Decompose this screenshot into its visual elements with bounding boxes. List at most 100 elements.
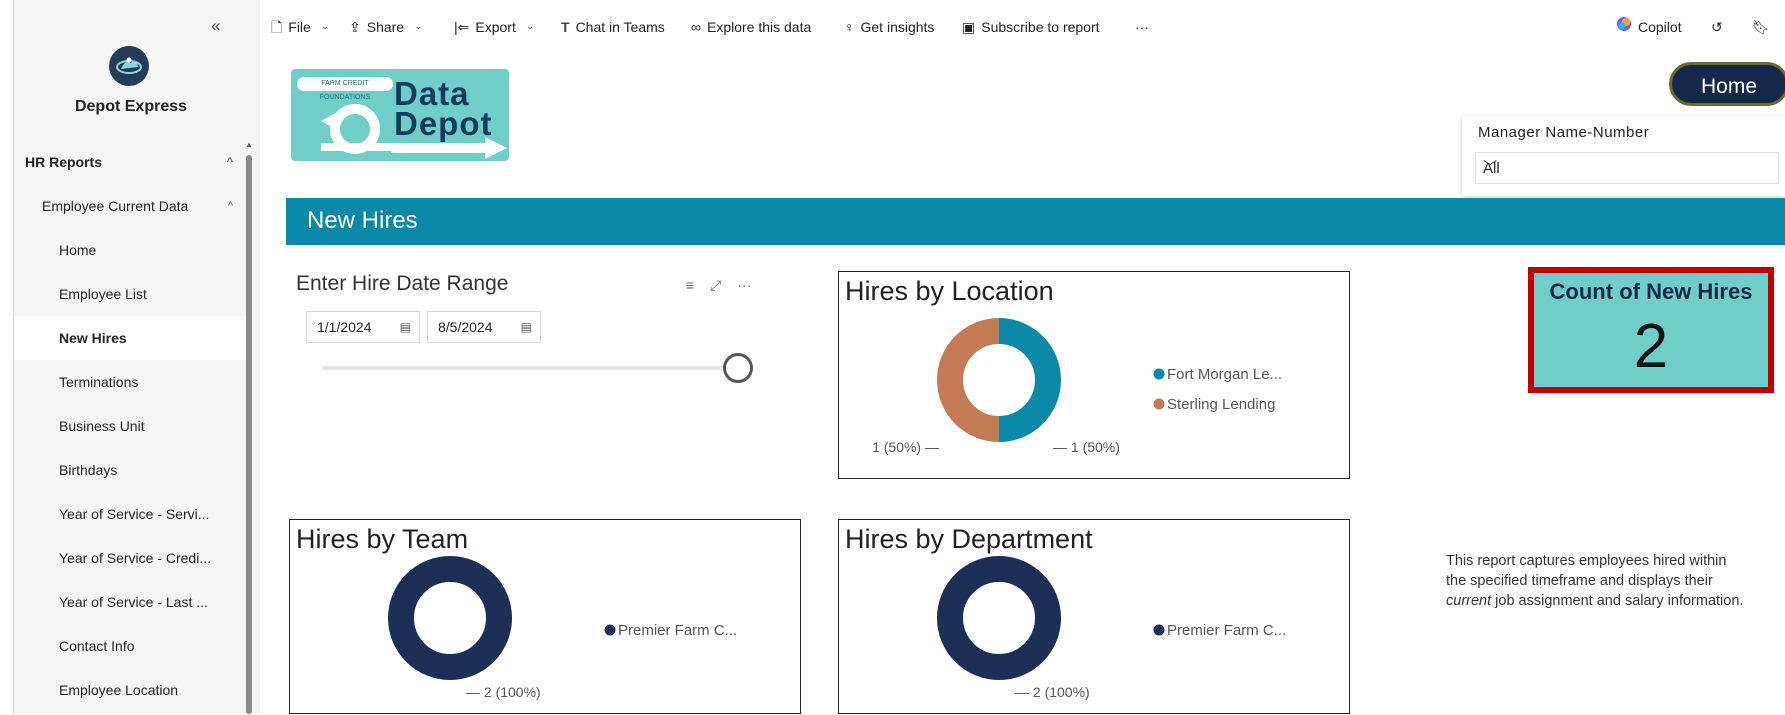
sidebar-item-terminations[interactable]: Terminations bbox=[14, 360, 246, 404]
visual-header-icons: ≡ ⤢ ··· bbox=[686, 277, 751, 294]
hires-by-team-card: Hires by Team — 2 (100%) Premier Farm C..… bbox=[289, 519, 801, 714]
reset-icon[interactable]: ↺ bbox=[1711, 0, 1723, 54]
more-options-icon[interactable]: ··· bbox=[737, 277, 751, 294]
app-logo-icon bbox=[109, 46, 149, 86]
legend-marker bbox=[1153, 624, 1165, 636]
sidebar-scrollbar[interactable] bbox=[246, 155, 252, 714]
date-range-slider[interactable] bbox=[321, 366, 739, 370]
filter-icon[interactable]: ≡ bbox=[686, 277, 694, 294]
app-title: Depot Express bbox=[74, 98, 188, 115]
hires-by-department-card: Hires by Department — 2 (100%) Premier Fa… bbox=[838, 519, 1350, 714]
get-insights-label: Get insights bbox=[860, 19, 935, 35]
sidebar-item-business-unit[interactable]: Business Unit bbox=[14, 404, 246, 448]
sidebar-item-year-of-service-last[interactable]: Year of Service - Last ... bbox=[14, 580, 246, 624]
collapse-sidebar-icon[interactable]: « bbox=[211, 16, 220, 36]
focus-mode-icon[interactable]: ⤢ bbox=[710, 277, 721, 294]
sidebar-item-label: Birthdays bbox=[59, 462, 118, 478]
legend-entry[interactable]: Sterling Lending bbox=[1167, 396, 1275, 413]
sidebar-item-employee-list[interactable]: Employee List bbox=[14, 272, 246, 316]
start-date-value: 1/1/2024 bbox=[317, 319, 372, 335]
export-menu[interactable]: |⇐ Export ⌄ bbox=[454, 0, 534, 54]
chevron-up-icon[interactable]: ^ bbox=[227, 140, 233, 184]
hires-by-team-chart: — 2 (100%) Premier Farm C... bbox=[388, 556, 737, 700]
lightbulb-icon: ♀ bbox=[844, 19, 855, 35]
scroll-up-icon[interactable]: ▲ bbox=[245, 140, 253, 149]
get-insights-button[interactable]: ♀ Get insights bbox=[844, 0, 934, 54]
subscribe-button[interactable]: ▣ Subscribe to report bbox=[962, 0, 1100, 54]
calendar-icon[interactable]: ▤ bbox=[521, 312, 532, 342]
hires-by-location-chart: — 1 (50%) 1 (50%) — Fort Morgan Le... Sterl… bbox=[872, 318, 1282, 455]
donut-slice[interactable] bbox=[388, 556, 512, 680]
sidebar-item-year-of-service-credi[interactable]: Year of Service - Credi... bbox=[14, 536, 246, 580]
teams-icon: T bbox=[561, 19, 570, 35]
sidebar-item-label: Terminations bbox=[59, 374, 139, 390]
file-menu[interactable]: 🗋 File ⌄ bbox=[271, 0, 329, 54]
chevron-down-icon: ⌄ bbox=[320, 21, 330, 32]
subscribe-label: Subscribe to report bbox=[981, 19, 1100, 35]
sidebar-item-birthdays[interactable]: Birthdays bbox=[14, 448, 246, 492]
more-options-button[interactable]: ··· bbox=[1135, 0, 1149, 54]
chat-in-teams-button[interactable]: T Chat in Teams bbox=[561, 0, 665, 54]
copilot-label: Copilot bbox=[1638, 19, 1682, 35]
description-text-end: job assignment and salary information. bbox=[1491, 593, 1744, 609]
manager-dropdown[interactable]: All ﹀ bbox=[1475, 152, 1779, 184]
logo-text-depot: Depot bbox=[394, 105, 493, 142]
share-menu[interactable]: ⇪ Share ⌄ bbox=[349, 0, 422, 54]
legend-marker bbox=[1153, 368, 1165, 380]
logo-arrow-icon bbox=[321, 104, 401, 154]
start-date-input[interactable]: 1/1/2024 ▤ bbox=[306, 311, 420, 343]
copilot-button[interactable]: Copilot bbox=[1616, 0, 1682, 54]
sidebar-item-label: Employee List bbox=[59, 286, 147, 302]
description-text: This report captures employees hired wit… bbox=[1446, 553, 1727, 589]
sidebar-item-employee-location[interactable]: Employee Location bbox=[14, 668, 246, 712]
sidebar-item-year-of-service-servi[interactable]: Year of Service - Servi... bbox=[14, 492, 246, 536]
legend-entry[interactable]: Premier Farm C... bbox=[1167, 622, 1286, 639]
count-card-value: 2 bbox=[1633, 312, 1669, 381]
sidebar-item-label: Employee Current Data bbox=[42, 198, 189, 214]
file-icon: 🗋 bbox=[271, 19, 283, 35]
bookmark-icon[interactable]: 🔖︎ bbox=[1752, 0, 1770, 54]
count-of-new-hires-card: Count of New Hires 2 bbox=[1528, 267, 1774, 393]
home-button[interactable]: Home bbox=[1669, 62, 1785, 106]
more-options-icon: ··· bbox=[1135, 19, 1149, 35]
data-depot-logo: FARM CREDIT FOUNDATIONS Data Depot bbox=[291, 69, 509, 161]
sidebar-item-new-hires[interactable]: New Hires bbox=[14, 316, 246, 360]
sidebar-item-hr-reports[interactable]: HR Reports ^ bbox=[14, 140, 246, 184]
chevron-down-icon: ⌄ bbox=[414, 21, 423, 32]
calendar-icon[interactable]: ▤ bbox=[400, 312, 411, 342]
legend-entry[interactable]: Premier Farm C... bbox=[618, 622, 737, 639]
slider-handle[interactable] bbox=[723, 353, 753, 383]
data-label: 1 (50%) — bbox=[872, 439, 939, 455]
donut-slice[interactable] bbox=[937, 318, 1000, 442]
explore-data-label: Explore this data bbox=[706, 19, 812, 35]
sidebar-item-home[interactable]: Home bbox=[14, 228, 246, 272]
legend-entry[interactable]: Fort Morgan Le... bbox=[1167, 366, 1282, 383]
data-label: — 2 (100%) bbox=[466, 684, 541, 700]
share-icon: ⇪ bbox=[349, 19, 361, 35]
sidebar-item-label: Business Unit bbox=[59, 418, 145, 434]
export-menu-label: Export bbox=[475, 19, 516, 35]
donut-slice[interactable] bbox=[998, 318, 1061, 442]
legend-marker bbox=[1153, 398, 1165, 410]
legend-marker bbox=[604, 624, 616, 636]
app-window: « Depot Express HR Reports ^ Employee Curr… bbox=[0, 0, 1785, 714]
binoculars-icon: ∞ bbox=[691, 19, 701, 35]
share-menu-label: Share bbox=[366, 19, 405, 35]
data-label: — 1 (50%) bbox=[1053, 439, 1120, 455]
donut-slice[interactable] bbox=[937, 556, 1061, 680]
end-date-value: 8/5/2024 bbox=[438, 319, 493, 335]
data-label: — 2 (100%) bbox=[1015, 684, 1090, 700]
chevron-down-icon: ﹀ bbox=[1483, 159, 1497, 175]
end-date-input[interactable]: 8/5/2024 ▤ bbox=[427, 311, 541, 343]
sidebar-item-label: Year of Service - Credi... bbox=[59, 550, 211, 566]
sidebar-item-label: Employee Location bbox=[59, 682, 179, 698]
sidebar-item-contact-info[interactable]: Contact Info bbox=[14, 624, 246, 668]
chevron-up-icon[interactable]: ^ bbox=[228, 184, 233, 228]
sidebar-item-employee-current-data[interactable]: Employee Current Data ^ bbox=[14, 184, 246, 228]
date-range-title: Enter Hire Date Range bbox=[296, 272, 509, 295]
hires-by-location-card: Hires by Location — 1 (50%) 1 (50%) — Fort… bbox=[838, 271, 1350, 479]
explore-data-button[interactable]: ∞ Explore this data bbox=[691, 0, 811, 54]
page-banner: New Hires bbox=[286, 198, 1785, 245]
chat-in-teams-label: Chat in Teams bbox=[575, 19, 665, 35]
page-title: New Hires bbox=[307, 207, 418, 234]
